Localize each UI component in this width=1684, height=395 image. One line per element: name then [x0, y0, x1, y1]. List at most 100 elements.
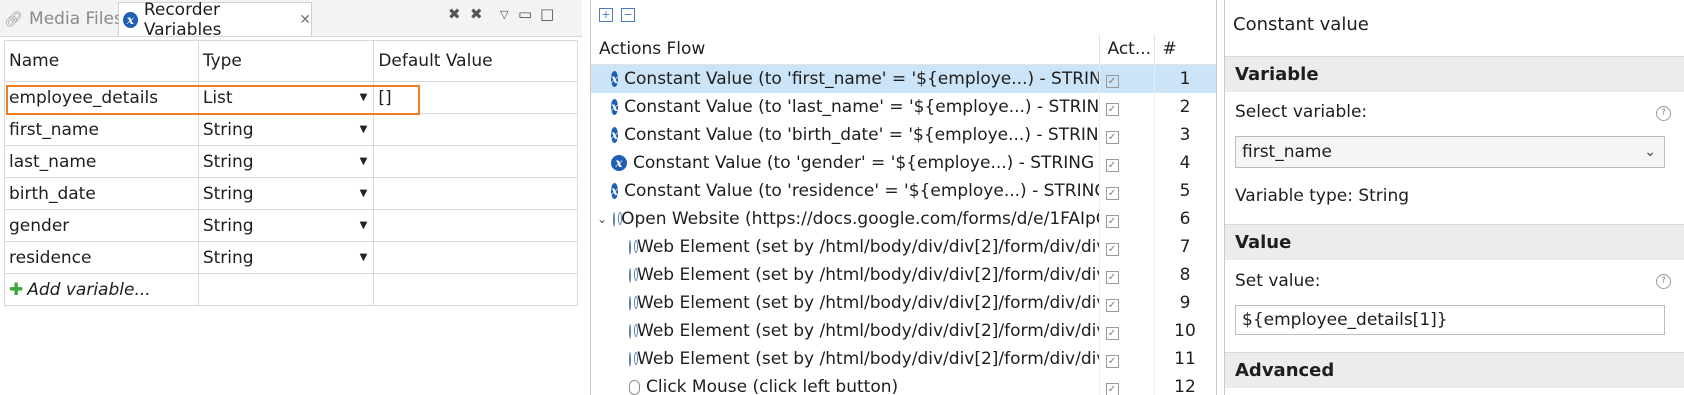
- remove-all-icon[interactable]: ✖: [470, 5, 483, 23]
- action-row[interactable]: Web Element (set by /html/body/div/div[2…: [591, 261, 1216, 289]
- active-cell[interactable]: ✓: [1099, 205, 1155, 233]
- action-label-cell[interactable]: ⌄ Open Website (https://docs.google.com/f…: [591, 205, 1100, 233]
- help-icon[interactable]: ?: [1656, 274, 1671, 289]
- column-header-active[interactable]: Act...: [1099, 34, 1155, 65]
- active-cell[interactable]: ✓: [1099, 177, 1155, 205]
- remove-icon[interactable]: ✖: [448, 5, 461, 23]
- active-cell[interactable]: ✓: [1099, 121, 1155, 149]
- active-cell[interactable]: ✓: [1099, 345, 1155, 373]
- active-cell[interactable]: ✓: [1099, 149, 1155, 177]
- active-cell[interactable]: ✓: [1099, 233, 1155, 261]
- action-row[interactable]: Web Element (set by /html/body/div/div[2…: [591, 345, 1216, 373]
- column-header-type[interactable]: Type: [197, 40, 375, 82]
- action-row[interactable]: Web Element (set by /html/body/div/div[2…: [591, 317, 1216, 345]
- action-row[interactable]: x Constant Value (to 'first_name' = '${em…: [591, 64, 1216, 93]
- active-checkbox[interactable]: ✓: [1105, 187, 1119, 200]
- dropdown-arrow-icon[interactable]: ▼: [360, 156, 368, 167]
- action-row[interactable]: ⌄ Open Website (https://docs.google.com/f…: [591, 205, 1216, 233]
- table-row[interactable]: last_name String ▼: [4, 145, 578, 178]
- active-cell[interactable]: ✓: [1099, 317, 1155, 345]
- default-value-cell[interactable]: []: [373, 81, 578, 114]
- action-row[interactable]: Web Element (set by /html/body/div/div[2…: [591, 289, 1216, 317]
- default-value-cell[interactable]: [373, 113, 578, 146]
- action-label-cell[interactable]: Web Element (set by /html/body/div/div[2…: [591, 289, 1100, 317]
- variable-type-cell[interactable]: List ▼: [197, 81, 375, 114]
- variable-section-header[interactable]: Variable: [1225, 56, 1684, 92]
- value-section-header[interactable]: Value: [1225, 224, 1684, 260]
- variable-name-cell[interactable]: last_name: [4, 145, 199, 178]
- dropdown-arrow-icon[interactable]: ▼: [360, 92, 368, 103]
- active-cell[interactable]: ✓: [1099, 64, 1155, 93]
- active-checkbox[interactable]: ✓: [1105, 299, 1119, 312]
- add-variable-cell[interactable]: ✚ Add variable...: [4, 273, 199, 306]
- action-row[interactable]: x Constant Value (to 'gender' = '${employ…: [591, 149, 1216, 177]
- table-row[interactable]: first_name String ▼: [4, 113, 578, 146]
- variable-name-cell[interactable]: birth_date: [4, 177, 199, 210]
- action-row[interactable]: x Constant Value (to 'birth_date' = '${em…: [591, 121, 1216, 149]
- minimize-icon[interactable]: ▭: [518, 5, 532, 23]
- expand-all-icon[interactable]: +: [599, 8, 613, 22]
- view-menu-icon[interactable]: ▽: [500, 8, 508, 21]
- table-row[interactable]: residence String ▼: [4, 241, 578, 274]
- collapse-all-icon[interactable]: −: [621, 8, 635, 22]
- column-header-default[interactable]: Default Value: [373, 40, 578, 82]
- add-variable-row[interactable]: ✚ Add variable...: [4, 273, 578, 306]
- column-header-number[interactable]: #: [1154, 34, 1216, 65]
- table-row[interactable]: birth_date String ▼: [4, 177, 578, 210]
- variable-type-cell[interactable]: String ▼: [197, 177, 375, 210]
- action-label-cell[interactable]: x Constant Value (to 'birth_date' = '${em…: [591, 121, 1100, 149]
- active-checkbox[interactable]: ✓: [1105, 383, 1119, 395]
- active-checkbox[interactable]: ✓: [1105, 75, 1119, 88]
- variable-type-cell[interactable]: String ▼: [197, 113, 375, 146]
- active-checkbox[interactable]: ✓: [1105, 355, 1119, 368]
- variable-name-cell[interactable]: employee_details: [4, 81, 199, 114]
- action-label-cell[interactable]: Web Element (set by /html/body/div/div[2…: [591, 261, 1100, 289]
- variable-name-cell[interactable]: first_name: [4, 113, 199, 146]
- variable-type-cell[interactable]: String ▼: [197, 145, 375, 178]
- action-label-cell[interactable]: x Constant Value (to 'residence' = '${emp…: [591, 177, 1100, 205]
- tab-recorder-variables[interactable]: x Recorder Variables ✕: [118, 0, 312, 40]
- maximize-icon[interactable]: □: [540, 5, 554, 23]
- column-header-name[interactable]: Name: [4, 40, 199, 82]
- help-icon[interactable]: ?: [1656, 106, 1671, 121]
- variable-select[interactable]: first_name ⌄: [1235, 136, 1665, 168]
- action-label-cell[interactable]: Web Element (set by /html/body/div/div[2…: [591, 345, 1100, 373]
- default-value-cell[interactable]: [373, 145, 578, 178]
- active-cell[interactable]: ✓: [1099, 373, 1155, 395]
- action-label-cell[interactable]: x Constant Value (to 'last_name' = '${emp…: [591, 93, 1100, 121]
- dropdown-arrow-icon[interactable]: ▼: [360, 220, 368, 231]
- active-checkbox[interactable]: ✓: [1105, 243, 1119, 256]
- action-label-cell[interactable]: x Constant Value (to 'first_name' = '${em…: [591, 64, 1100, 93]
- active-checkbox[interactable]: ✓: [1105, 327, 1119, 340]
- table-row[interactable]: gender String ▼: [4, 209, 578, 242]
- variable-name-cell[interactable]: gender: [4, 209, 199, 242]
- advanced-section-header[interactable]: Advanced: [1225, 352, 1684, 388]
- close-tab-icon[interactable]: ✕: [299, 12, 311, 28]
- action-label-cell[interactable]: Web Element (set by /html/body/div/div[2…: [591, 317, 1100, 345]
- action-row[interactable]: x Constant Value (to 'last_name' = '${emp…: [591, 93, 1216, 121]
- action-row[interactable]: x Constant Value (to 'residence' = '${emp…: [591, 177, 1216, 205]
- default-value-cell[interactable]: [373, 209, 578, 242]
- tab-media-files[interactable]: 🔗︎ Media Files: [4, 2, 123, 36]
- dropdown-arrow-icon[interactable]: ▼: [360, 188, 368, 199]
- action-label-cell[interactable]: Click Mouse (click left button): [591, 373, 1100, 395]
- active-checkbox[interactable]: ✓: [1105, 215, 1119, 228]
- table-row[interactable]: employee_details List ▼ []: [4, 81, 578, 114]
- action-label-cell[interactable]: Web Element (set by /html/body/div/div[2…: [591, 233, 1100, 261]
- variable-type-cell[interactable]: String ▼: [197, 241, 375, 274]
- active-cell[interactable]: ✓: [1099, 93, 1155, 121]
- active-cell[interactable]: ✓: [1099, 289, 1155, 317]
- active-cell[interactable]: ✓: [1099, 261, 1155, 289]
- default-value-cell[interactable]: [373, 241, 578, 274]
- active-checkbox[interactable]: ✓: [1105, 103, 1119, 116]
- active-checkbox[interactable]: ✓: [1105, 131, 1119, 144]
- active-checkbox[interactable]: ✓: [1105, 271, 1119, 284]
- variable-name-cell[interactable]: residence: [4, 241, 199, 274]
- column-header-actions-flow[interactable]: Actions Flow: [591, 34, 1100, 65]
- action-row[interactable]: Click Mouse (click left button) ✓ 12: [591, 373, 1216, 395]
- variable-type-cell[interactable]: String ▼: [197, 209, 375, 242]
- dropdown-arrow-icon[interactable]: ▼: [360, 252, 368, 263]
- chevron-down-icon[interactable]: ⌄: [597, 212, 607, 226]
- active-checkbox[interactable]: ✓: [1105, 159, 1119, 172]
- dropdown-arrow-icon[interactable]: ▼: [360, 124, 368, 135]
